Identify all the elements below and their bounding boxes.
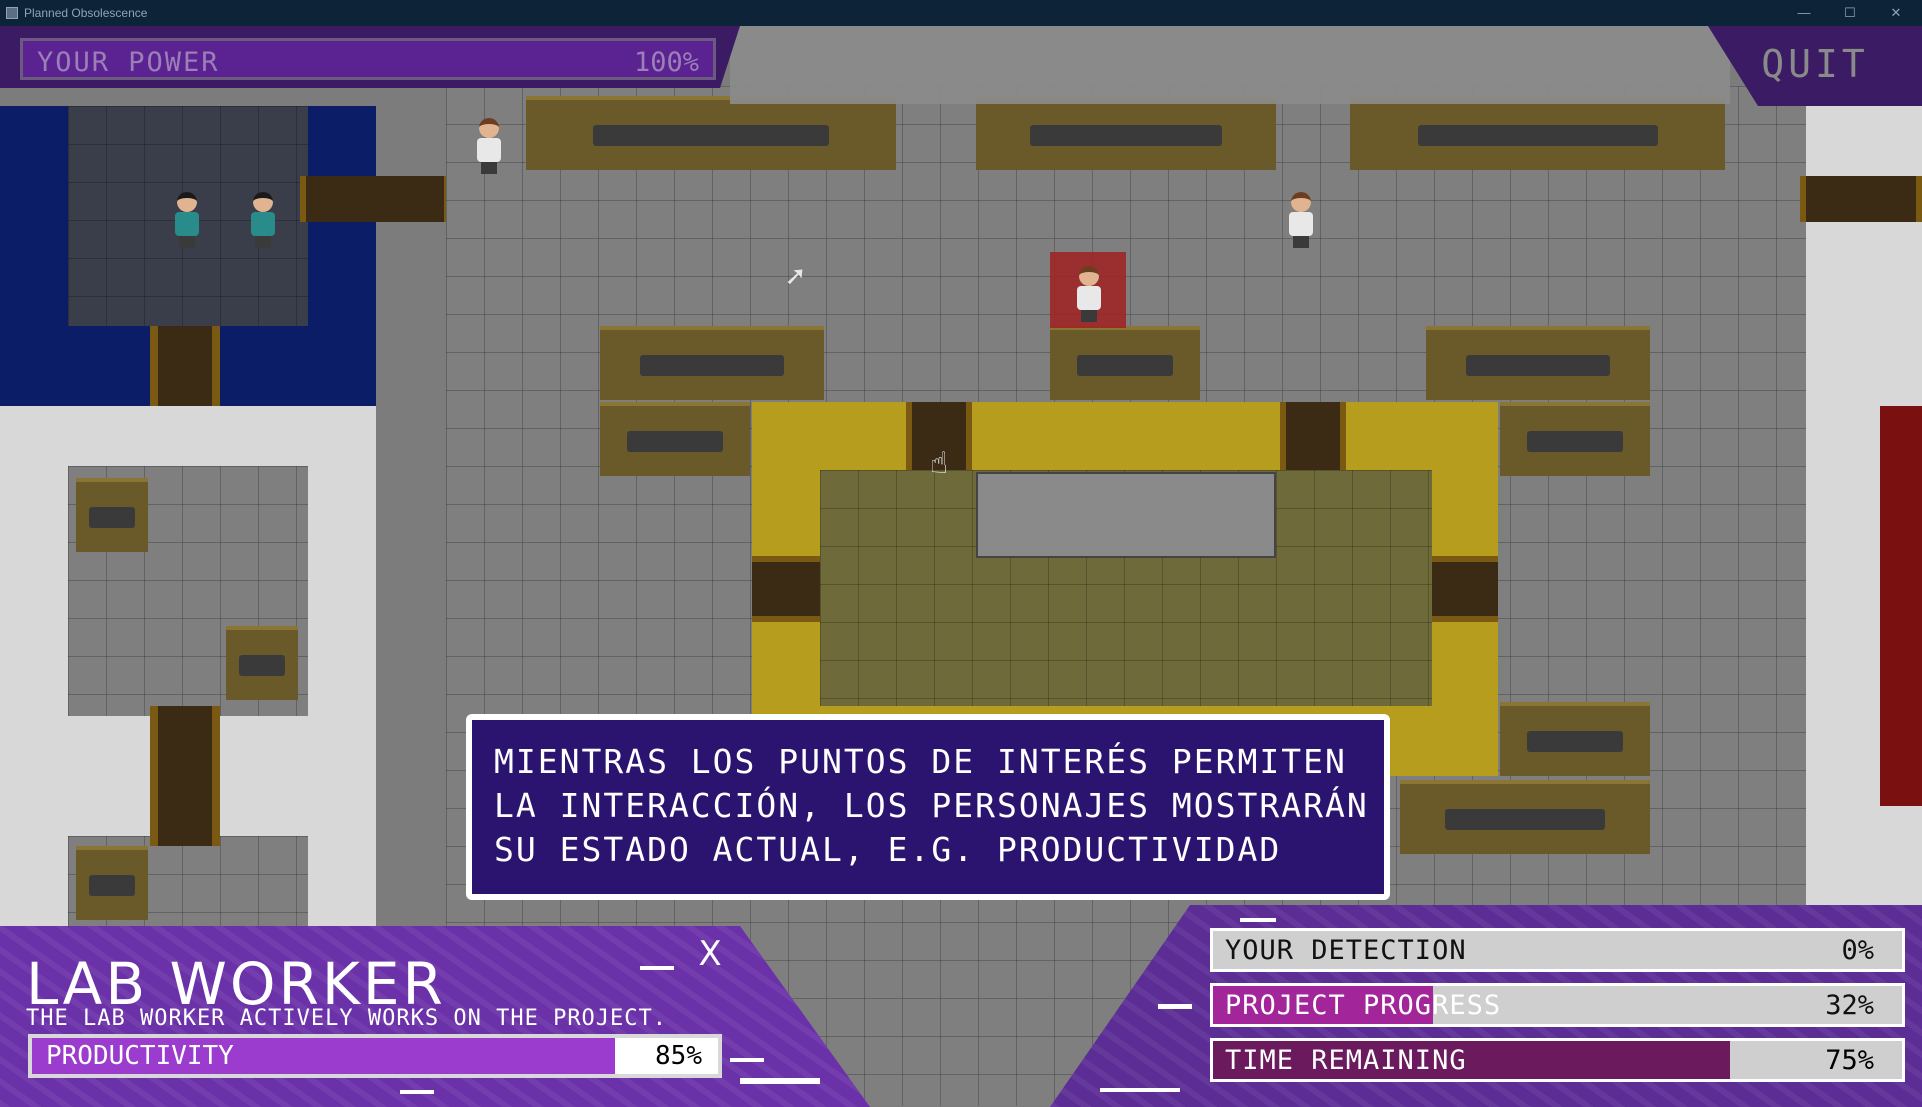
decor-line — [1158, 1004, 1192, 1009]
project-progress-label: PROJECT PROGRESS — [1225, 990, 1502, 1021]
top-hud-strip — [730, 26, 1730, 104]
mouse-cursor-icon: ➚ — [786, 260, 805, 295]
desk-row[interactable] — [1426, 326, 1650, 400]
app-icon — [6, 7, 18, 19]
door[interactable] — [1280, 402, 1346, 470]
lab-worker-character-selected[interactable] — [1074, 266, 1104, 322]
desk-row[interactable] — [526, 96, 896, 170]
desk-row[interactable] — [1400, 780, 1650, 854]
productivity-value: 85% — [655, 1041, 702, 1071]
power-bar: YOUR POWER 100% — [20, 38, 716, 80]
lab-worker-character[interactable] — [1286, 192, 1316, 248]
tutorial-line: MIENTRAS LOS PUNTOS DE INTERÉS PERMITEN — [494, 742, 1347, 781]
character-description: THE LAB WORKER ACTIVELY WORKS ON THE PRO… — [26, 1006, 668, 1031]
door[interactable] — [150, 706, 220, 846]
decor-line — [400, 1090, 434, 1094]
project-progress-value: 32% — [1825, 990, 1874, 1021]
door[interactable] — [752, 556, 820, 622]
productivity-label: PRODUCTIVITY — [46, 1041, 234, 1071]
desk-row[interactable] — [600, 402, 750, 476]
desk[interactable] — [76, 478, 148, 552]
time-remaining-label: TIME REMAINING — [1225, 1045, 1467, 1076]
lab-worker-character[interactable] — [474, 118, 504, 174]
decor-line — [1240, 918, 1276, 922]
desk-row[interactable] — [600, 326, 824, 400]
lab-counter[interactable] — [976, 472, 1276, 558]
tutorial-line: SU ESTADO ACTUAL, E.G. PRODUCTIVIDAD — [494, 830, 1282, 869]
time-remaining-bar: TIME REMAINING 75% — [1210, 1038, 1905, 1082]
detection-bar: YOUR DETECTION 0% — [1210, 928, 1905, 972]
desk-row[interactable] — [1500, 402, 1650, 476]
door[interactable] — [1432, 556, 1498, 622]
time-remaining-value: 75% — [1825, 1045, 1874, 1076]
decor-line — [640, 966, 674, 970]
decor-line — [1100, 1088, 1180, 1092]
detection-label: YOUR DETECTION — [1225, 935, 1467, 966]
close-panel-button[interactable]: X — [692, 934, 728, 974]
minimize-icon[interactable]: — — [1794, 3, 1814, 23]
window-title-bar: Planned Obsolescence — ☐ ✕ — [0, 0, 1922, 26]
desk-row[interactable] — [1050, 326, 1200, 400]
red-wall — [1880, 406, 1922, 806]
desk-row[interactable] — [1350, 96, 1725, 170]
productivity-bar: PRODUCTIVITY 85% — [28, 1034, 722, 1078]
guard-character[interactable] — [248, 192, 278, 248]
decor-line — [730, 1058, 764, 1062]
window-title: Planned Obsolescence — [24, 6, 148, 20]
close-window-icon[interactable]: ✕ — [1886, 3, 1906, 23]
decor-line — [740, 1078, 820, 1084]
tutorial-dialog[interactable]: MIENTRAS LOS PUNTOS DE INTERÉS PERMITEN … — [466, 714, 1390, 900]
door[interactable] — [1800, 176, 1922, 222]
maximize-icon[interactable]: ☐ — [1840, 3, 1860, 23]
guard-character[interactable] — [172, 192, 202, 248]
quit-button[interactable]: QUIT — [1760, 38, 1870, 90]
power-label: YOUR POWER — [37, 47, 220, 78]
hand-cursor-icon: ☝ — [930, 446, 949, 481]
desk[interactable] — [226, 626, 298, 700]
desk[interactable] — [76, 846, 148, 920]
door[interactable] — [300, 176, 450, 222]
tutorial-line: LA INTERACCIÓN, LOS PERSONAJES MOSTRARÁN — [494, 786, 1369, 825]
project-progress-bar: PROJECT PROGRESS 32% — [1210, 983, 1905, 1027]
desk-row[interactable] — [976, 96, 1276, 170]
detection-value: 0% — [1841, 935, 1874, 966]
desk-row[interactable] — [1500, 702, 1650, 776]
power-value: 100% — [633, 47, 699, 78]
